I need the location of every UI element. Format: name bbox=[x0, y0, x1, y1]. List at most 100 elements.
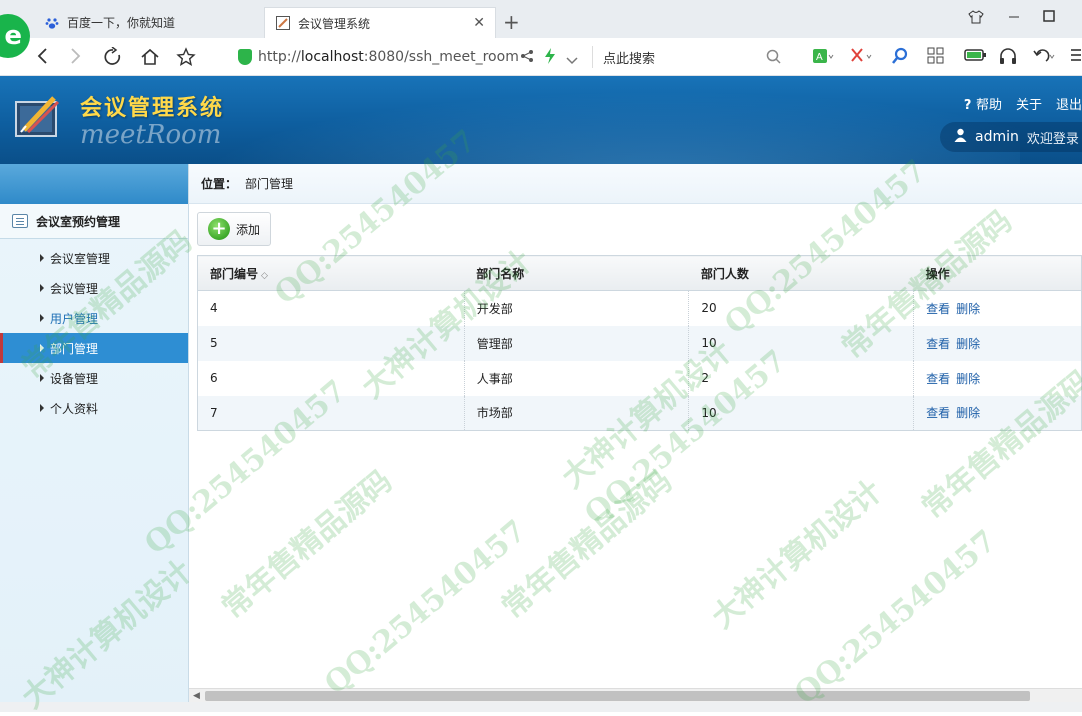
department-table: 部门编号 ◇ 部门名称 部门人数 操作 4 开发部 20 查看 删除 5 管理部 1… bbox=[197, 255, 1082, 431]
sidebar-top-strip bbox=[0, 164, 188, 204]
url-field[interactable]: http://localhost:8080/ssh_meet_room bbox=[230, 43, 592, 71]
menu-icon[interactable] bbox=[1071, 47, 1081, 67]
apps-grid-icon[interactable] bbox=[927, 47, 945, 69]
table-row: 5 管理部 10 查看 删除 bbox=[197, 325, 1082, 361]
scroll-left-icon[interactable]: ◀ bbox=[193, 691, 200, 701]
view-link[interactable]: 查看 bbox=[926, 372, 950, 386]
sidebar: 会议室预约管理 会议室管理 会议管理 用户管理 部门管理 设备管理 个人资料 bbox=[0, 164, 189, 712]
user-icon bbox=[954, 128, 967, 146]
column-header-count: 部门人数 bbox=[688, 255, 914, 291]
back-icon[interactable] bbox=[36, 47, 48, 70]
new-tab-icon[interactable]: + bbox=[503, 10, 520, 34]
cell-count: 20 bbox=[688, 290, 915, 326]
lightning-icon[interactable] bbox=[544, 48, 556, 68]
favorite-star-icon[interactable] bbox=[176, 47, 196, 72]
add-button[interactable]: + 添加 bbox=[197, 212, 271, 246]
table-header-row: 部门编号 ◇ 部门名称 部门人数 操作 bbox=[197, 255, 1082, 291]
scrollbar-thumb[interactable] bbox=[205, 691, 1030, 701]
header-wave-decoration bbox=[120, 76, 1020, 164]
breadcrumb-current: 部门管理 bbox=[245, 177, 294, 191]
arrow-right-icon bbox=[40, 254, 44, 262]
share-icon[interactable] bbox=[520, 48, 534, 67]
cell-id: 4 bbox=[197, 290, 465, 326]
undo-icon[interactable] bbox=[1032, 47, 1058, 69]
view-link[interactable]: 查看 bbox=[926, 337, 950, 351]
cell-count: 2 bbox=[688, 360, 915, 396]
help-link[interactable]: ? 帮助 bbox=[964, 94, 1002, 113]
sidebar-nav: 会议室管理 会议管理 用户管理 部门管理 设备管理 个人资料 bbox=[0, 239, 188, 423]
watermark-text: 常年售精品源码 bbox=[215, 463, 399, 626]
column-header-label: 部门编号 bbox=[210, 266, 259, 281]
sidebar-item-label: 设备管理 bbox=[50, 371, 99, 386]
app-header: 会议管理系统 meetRoom ? 帮助 关于 退出 admin 欢迎登录 bbox=[0, 76, 1082, 164]
dropdown-chevron-icon[interactable] bbox=[566, 50, 578, 69]
logout-link[interactable]: 退出 bbox=[1056, 94, 1082, 113]
breadcrumb-label: 位置： bbox=[201, 177, 238, 191]
headphones-icon[interactable] bbox=[998, 47, 1018, 69]
sidebar-group-header[interactable]: 会议室预约管理 bbox=[0, 204, 188, 239]
delete-link[interactable]: 删除 bbox=[956, 406, 980, 420]
add-plus-icon: + bbox=[208, 218, 230, 240]
sort-icon[interactable]: ◇ bbox=[261, 271, 268, 281]
arrow-right-icon bbox=[40, 404, 44, 412]
search-icon[interactable] bbox=[766, 49, 782, 69]
minimize-icon[interactable] bbox=[1008, 10, 1020, 26]
welcome-text: 欢迎登录 bbox=[1026, 131, 1079, 147]
url-host: localhost bbox=[300, 49, 364, 65]
view-link[interactable]: 查看 bbox=[926, 302, 950, 316]
browser-tab-baidu[interactable]: 百度一下，你就知道 bbox=[34, 7, 260, 38]
close-tab-icon[interactable]: ✕ bbox=[473, 15, 485, 31]
cell-actions: 查看 删除 bbox=[913, 325, 1082, 361]
screenshot-scissors-icon[interactable] bbox=[850, 47, 874, 69]
breadcrumb: 位置： 部门管理 bbox=[189, 164, 1082, 204]
secure-shield-icon bbox=[238, 49, 252, 65]
browser-tab-title: 会议管理系统 bbox=[298, 16, 371, 31]
sidebar-item-label: 用户管理 bbox=[50, 311, 99, 326]
column-header-id[interactable]: 部门编号 ◇ bbox=[197, 255, 465, 291]
about-link[interactable]: 关于 bbox=[1016, 94, 1042, 113]
list-icon bbox=[12, 214, 28, 228]
url-path: :8080/ssh_meet_room bbox=[363, 49, 519, 65]
column-header-actions: 操作 bbox=[913, 255, 1082, 291]
cell-id: 7 bbox=[197, 395, 465, 431]
cell-count: 10 bbox=[688, 325, 915, 361]
reload-icon[interactable] bbox=[103, 46, 123, 72]
maximize-icon[interactable] bbox=[1043, 10, 1055, 26]
skin-shirt-icon[interactable] bbox=[968, 10, 984, 28]
delete-link[interactable]: 删除 bbox=[956, 372, 980, 386]
cell-id: 6 bbox=[197, 360, 465, 396]
sidebar-item-users[interactable]: 用户管理 bbox=[0, 303, 188, 333]
column-header-name: 部门名称 bbox=[464, 255, 689, 291]
search-field[interactable]: 点此搜索 bbox=[603, 48, 655, 67]
magnifier-icon[interactable] bbox=[891, 47, 909, 69]
view-link[interactable]: 查看 bbox=[926, 406, 950, 420]
delete-link[interactable]: 删除 bbox=[956, 337, 980, 351]
sidebar-item-departments[interactable]: 部门管理 bbox=[0, 333, 188, 363]
translate-icon[interactable]: A bbox=[812, 47, 834, 69]
cell-count: 10 bbox=[688, 395, 915, 431]
cell-name: 人事部 bbox=[464, 360, 690, 396]
sidebar-item-meeting-room[interactable]: 会议室管理 bbox=[0, 243, 188, 273]
browser-tab-meeting[interactable]: 会议管理系统 ✕ bbox=[264, 7, 496, 38]
user-info: admin 欢迎登录 bbox=[940, 122, 1082, 152]
arrow-right-icon bbox=[40, 374, 44, 382]
table-row: 6 人事部 2 查看 删除 bbox=[197, 360, 1082, 396]
watermark-text: QQ:254540457 bbox=[788, 523, 1004, 712]
sidebar-item-label: 会议室管理 bbox=[50, 251, 111, 266]
sidebar-item-meeting[interactable]: 会议管理 bbox=[0, 273, 188, 303]
home-icon[interactable] bbox=[140, 47, 160, 72]
cell-name: 管理部 bbox=[464, 325, 690, 361]
help-label: 帮助 bbox=[975, 98, 1002, 113]
sidebar-item-label: 部门管理 bbox=[50, 341, 99, 356]
delete-link[interactable]: 删除 bbox=[956, 302, 980, 316]
horizontal-scrollbar[interactable]: ◀ bbox=[189, 688, 1082, 702]
app-logo-icon bbox=[14, 92, 66, 144]
forward-icon[interactable] bbox=[70, 47, 82, 70]
add-button-label: 添加 bbox=[236, 222, 261, 237]
sidebar-item-equipment[interactable]: 设备管理 bbox=[0, 363, 188, 393]
sidebar-item-profile[interactable]: 个人资料 bbox=[0, 393, 188, 423]
cell-name: 开发部 bbox=[464, 290, 690, 326]
battery-icon[interactable] bbox=[964, 47, 988, 67]
header-links: ? 帮助 关于 退出 bbox=[964, 94, 1082, 113]
cell-name: 市场部 bbox=[464, 395, 690, 431]
